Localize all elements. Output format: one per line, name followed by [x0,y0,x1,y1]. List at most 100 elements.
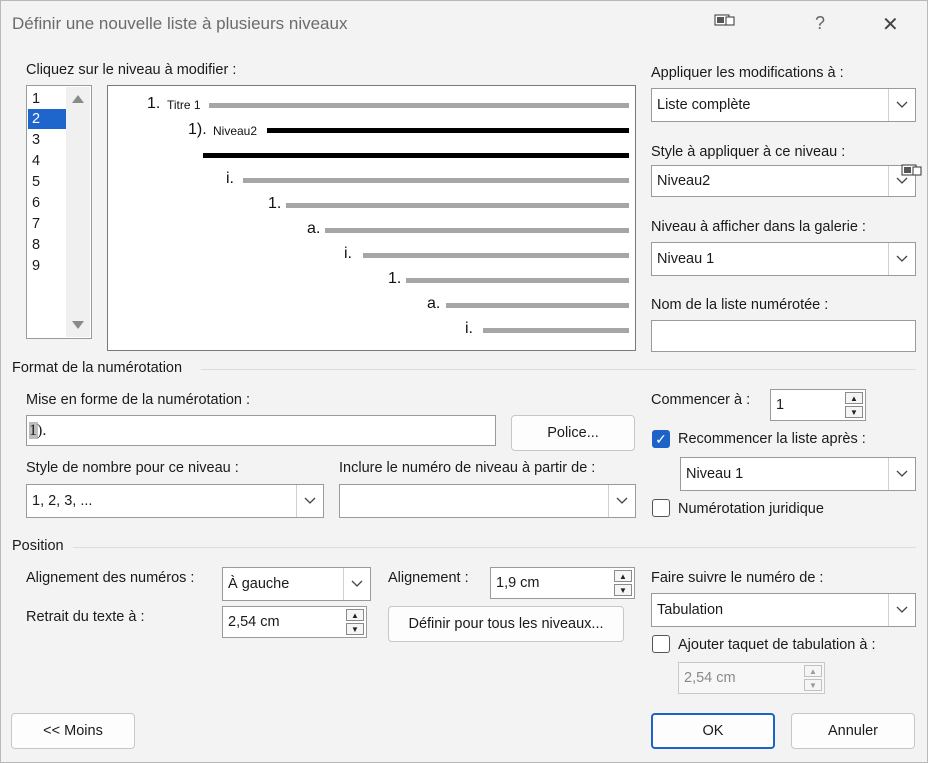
text-indent-spinner[interactable]: 2,54 cm ▲ ▼ [222,606,367,638]
restart-after-value: Niveau 1 [686,466,744,482]
level-preview: 1. Titre 1 1). Niveau2 i. 1. a. i. 1. a.… [107,85,636,351]
preview-line [325,228,629,233]
restart-checkbox[interactable]: ✓ [652,430,670,448]
spinner-buttons[interactable]: ▲ ▼ [845,392,863,418]
number-alignment-label: Alignement des numéros : [26,570,195,586]
gallery-label: Niveau à afficher dans la galerie : [651,219,866,235]
level-item[interactable]: 7 [31,214,66,234]
dialog-title: Définir une nouvelle liste à plusieurs n… [12,14,348,33]
restart-label: Recommencer la liste après : [678,431,866,447]
tab-stop-checkbox[interactable] [652,635,670,653]
set-all-levels-button[interactable]: Définir pour tous les niveaux... [388,606,624,642]
level-listbox[interactable]: 1 2 3 4 5 6 7 8 9 [26,85,92,339]
position-separator [73,547,916,548]
chevron-down-icon[interactable] [888,243,915,275]
preview-text: Niveau2 [213,124,258,138]
preview-number: a. [307,220,321,237]
restart-after-dropdown[interactable]: Niveau 1 [680,457,916,491]
preview-line [286,203,629,208]
close-icon[interactable]: ✕ [882,12,899,37]
help-icon[interactable]: ? [815,13,825,34]
preview-line [446,303,629,308]
preview-number: 1. [147,95,161,112]
tab-stop-label: Ajouter taquet de tabulation à : [678,637,876,653]
window-snap-icon[interactable] [714,14,736,28]
legal-numbering-checkbox[interactable] [652,499,670,517]
follow-number-value: Tabulation [657,602,724,618]
ok-button[interactable]: OK [651,713,775,749]
level-item[interactable]: 4 [31,151,66,171]
multilevel-list-dialog: Définir une nouvelle liste à plusieurs n… [0,0,928,763]
number-style-dropdown[interactable]: 1, 2, 3, ... [26,484,324,518]
level-item[interactable]: 5 [31,172,66,192]
tab-stop-value: 2,54 cm [684,670,736,686]
start-at-label: Commencer à : [651,392,751,408]
chevron-down-icon[interactable] [296,485,323,517]
preview-line [483,328,629,333]
level-item[interactable]: 1 [31,89,66,109]
preview-number: i. [226,170,234,187]
start-at-spinner[interactable]: 1 ▲ ▼ [770,389,866,421]
preview-number: 1. [268,195,282,212]
cancel-button[interactable]: Annuler [791,713,915,749]
list-name-label: Nom de la liste numérotée : [651,297,829,313]
preview-line [406,278,629,283]
number-alignment-dropdown[interactable]: À gauche [222,567,371,601]
include-level-label: Inclure le numéro de niveau à partir de … [339,460,596,476]
tab-stop-spinner[interactable]: 2,54 cm ▲ ▼ [678,662,825,694]
preview-line [209,103,629,108]
chevron-down-icon[interactable] [888,458,915,490]
gallery-dropdown[interactable]: Niveau 1 [651,242,916,276]
level-item[interactable]: 6 [31,193,66,213]
preview-number: a. [427,295,441,312]
spin-up-icon[interactable]: ▲ [804,665,822,677]
format-separator [201,369,916,370]
start-at-value: 1 [776,397,785,413]
list-name-input[interactable] [651,320,916,352]
apply-to-label: Appliquer les modifications à : [651,65,844,81]
number-style-value: 1, 2, 3, ... [32,493,93,509]
alignment-spinner[interactable]: 1,9 cm ▲ ▼ [490,567,635,599]
preview-line [243,178,629,183]
spin-down-icon[interactable]: ▼ [845,406,863,418]
level-item-selected[interactable]: 2 [28,109,66,129]
level-item[interactable]: 8 [31,235,66,255]
preview-line-current [267,128,629,133]
position-section-title: Position [12,538,64,554]
preview-number: 1). [188,121,207,138]
spin-down-icon[interactable]: ▼ [614,584,632,596]
follow-number-dropdown[interactable]: Tabulation [651,593,916,627]
chevron-down-icon[interactable] [343,568,370,600]
number-format-value: 1). [29,421,47,439]
include-level-dropdown[interactable] [339,484,636,518]
level-scrollbar[interactable] [66,87,90,337]
scroll-up-icon[interactable] [72,95,84,103]
format-section-title: Format de la numérotation [12,360,183,376]
spin-up-icon[interactable]: ▲ [614,570,632,582]
spinner-buttons[interactable]: ▲ ▼ [346,609,364,635]
scroll-down-icon[interactable] [72,321,84,329]
apply-to-dropdown[interactable]: Liste complète [651,88,916,122]
level-item[interactable]: 9 [31,256,66,276]
spinner-buttons[interactable]: ▲ ▼ [614,570,632,596]
preview-number: 1. [388,270,402,287]
style-popup-icon[interactable] [901,164,923,178]
number-alignment-value: À gauche [228,576,290,592]
level-item[interactable]: 3 [31,130,66,150]
style-dropdown[interactable]: Niveau2 [651,165,916,197]
chevron-down-icon[interactable] [608,485,635,517]
spin-down-icon[interactable]: ▼ [804,679,822,691]
font-button[interactable]: Police... [511,415,635,451]
title-bar: Définir une nouvelle liste à plusieurs n… [1,1,927,45]
less-button[interactable]: << Moins [11,713,135,749]
preview-number: i. [465,320,473,337]
spinner-buttons[interactable]: ▲ ▼ [804,665,822,691]
chevron-down-icon[interactable] [888,89,915,121]
spin-up-icon[interactable]: ▲ [845,392,863,404]
apply-to-value: Liste complète [657,97,751,113]
number-format-input[interactable]: 1). [26,415,496,446]
spin-up-icon[interactable]: ▲ [346,609,364,621]
spin-down-icon[interactable]: ▼ [346,623,364,635]
chevron-down-icon[interactable] [888,594,915,626]
follow-number-label: Faire suivre le numéro de : [651,570,824,586]
